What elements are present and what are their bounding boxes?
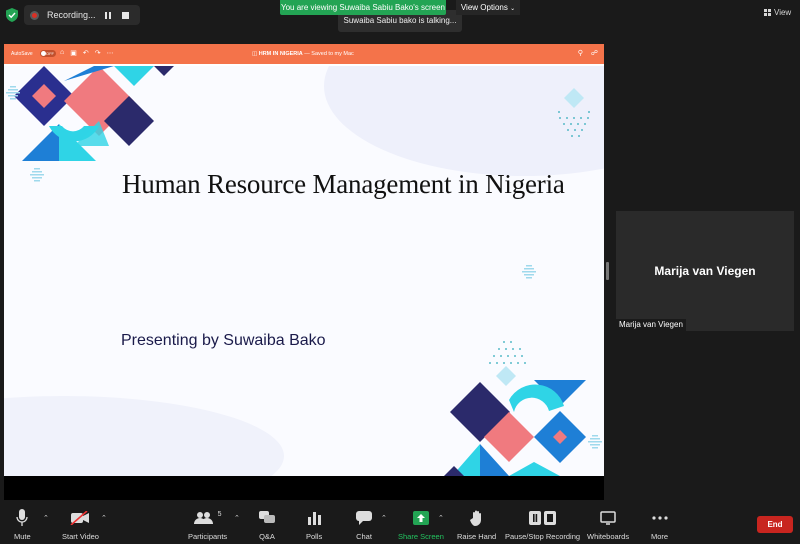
participants-options-caret-icon[interactable]: ⌃	[234, 514, 240, 522]
share-options-caret-icon[interactable]: ⌃	[438, 514, 444, 522]
participants-label: Participants	[188, 532, 228, 541]
more-dots-icon	[651, 508, 668, 528]
undo-icon[interactable]: ↶	[83, 49, 89, 57]
home-icon[interactable]: ⌂	[60, 49, 64, 57]
grid-view-icon	[764, 9, 771, 16]
start-video-button[interactable]: Start Video	[62, 508, 99, 541]
meeting-controls-toolbar: Mute ⌃ Start Video ⌃ 5 Participants ⌃ Q&…	[0, 500, 800, 544]
recording-label: Recording...	[47, 10, 96, 20]
mute-options-caret-icon[interactable]: ⌃	[43, 514, 49, 522]
pause-recording-icon[interactable]	[100, 8, 116, 22]
share-screen-button[interactable]: Share Screen	[398, 508, 444, 541]
participants-button[interactable]: 5 Participants	[188, 508, 228, 542]
titlebar-right-icons: ⚲ ☍	[578, 49, 598, 57]
search-icon[interactable]: ⚲	[578, 49, 583, 57]
whiteboard-icon	[600, 508, 616, 528]
chat-icon	[356, 508, 372, 528]
meeting-top-bar: Recording... Suwaiba Sabiu bako is talki…	[0, 0, 800, 32]
recording-dot-icon	[30, 10, 39, 20]
pause-stop-recording-label: Pause/Stop Recording	[505, 532, 581, 541]
redo-icon[interactable]: ↷	[95, 49, 101, 57]
panel-resize-handle[interactable]	[606, 262, 609, 280]
share-screen-label: Share Screen	[398, 532, 444, 541]
share-screen-icon	[412, 508, 429, 528]
mute-button[interactable]: Mute	[14, 508, 31, 541]
whiteboards-label: Whiteboards	[587, 532, 630, 541]
stop-recording-icon[interactable]	[117, 8, 133, 22]
raise-hand-button[interactable]: Raise Hand	[457, 508, 496, 541]
end-meeting-button[interactable]: End	[757, 516, 793, 533]
view-button[interactable]: View	[764, 8, 791, 17]
chevron-down-icon: ⌄	[510, 6, 516, 12]
top-left-geometric-decoration	[14, 66, 174, 161]
video-options-caret-icon[interactable]: ⌃	[101, 514, 107, 522]
save-icon[interactable]: ▣	[70, 49, 77, 57]
chat-label: Chat	[356, 532, 372, 541]
recording-indicator: Recording...	[24, 5, 140, 25]
autosave-label: AutoSave	[11, 51, 33, 57]
polls-label: Polls	[306, 532, 323, 541]
start-video-label: Start Video	[62, 532, 99, 541]
document-status: — Saved to my Mac	[304, 51, 354, 57]
document-name: HRM IN NIGERIA	[258, 51, 303, 57]
participant-video-tile[interactable]: Marija van Viegen	[616, 211, 794, 331]
participant-name-label: Marija van Viegen	[616, 319, 686, 331]
participants-count: 5	[217, 510, 222, 518]
more-button[interactable]: More	[651, 508, 668, 541]
more-options-icon[interactable]: ⋯	[107, 49, 114, 57]
polls-button[interactable]: Polls	[306, 508, 322, 541]
raise-hand-icon	[469, 508, 484, 528]
view-options-button[interactable]: View Options ⌄	[456, 0, 520, 15]
powerpoint-titlebar: AutoSave OFF ⌂ ▣ ↶ ↷ ⋯ ◫ HRM IN NIGERIA …	[4, 44, 604, 64]
view-options-label: View Options	[460, 3, 508, 12]
qa-label: Q&A	[259, 532, 275, 541]
chat-button[interactable]: Chat	[356, 508, 372, 541]
slide-bottom-bar	[4, 476, 604, 500]
slide-title: Human Resource Management in Nigeria	[122, 169, 565, 199]
polls-icon	[307, 508, 322, 528]
video-off-icon	[70, 508, 90, 528]
shield-check-icon[interactable]	[6, 8, 18, 22]
pause-stop-recording-button[interactable]: Pause/Stop Recording	[505, 508, 580, 541]
bottom-right-geometric-decoration	[444, 380, 586, 476]
microphone-icon	[16, 508, 28, 528]
chat-options-caret-icon[interactable]: ⌃	[381, 514, 387, 522]
active-speaker-text: Suwaiba Sabiu bako is talking...	[343, 16, 457, 25]
document-title: ◫ HRM IN NIGERIA — Saved to my Mac	[252, 51, 354, 57]
quick-access-icons: ⌂ ▣ ↶ ↷ ⋯	[60, 49, 114, 57]
view-label: View	[774, 8, 792, 17]
presentation-slide: Human Resource Management in Nigeria Pre…	[4, 66, 604, 476]
participants-icon: 5	[193, 508, 222, 528]
slide-subtitle: Presenting by Suwaiba Bako	[121, 332, 326, 349]
participant-display-name: Marija van Viegen	[654, 264, 756, 278]
more-label: More	[651, 532, 669, 541]
mute-label: Mute	[14, 532, 31, 541]
pause-stop-recording-icon	[528, 508, 557, 528]
qa-button[interactable]: Q&A	[259, 508, 275, 541]
autosave-toggle[interactable]: OFF	[40, 50, 56, 57]
screen-share-banner: You are viewing Suwaiba Sabiu Bako's scr…	[280, 0, 446, 15]
slide-background-art	[4, 66, 604, 476]
share-doc-icon[interactable]: ☍	[591, 49, 598, 57]
shared-screen: AutoSave OFF ⌂ ▣ ↶ ↷ ⋯ ◫ HRM IN NIGERIA …	[4, 44, 604, 500]
whiteboards-button[interactable]: Whiteboards	[587, 508, 629, 541]
raise-hand-label: Raise Hand	[457, 532, 497, 541]
qa-icon	[259, 508, 275, 528]
file-icon: ◫	[252, 51, 258, 57]
